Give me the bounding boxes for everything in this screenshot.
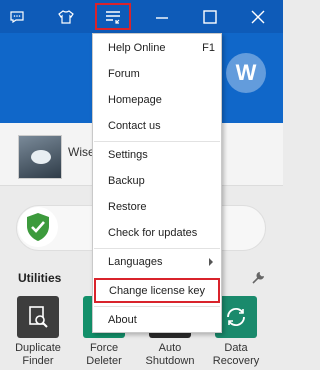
menu-item-languages[interactable]: Languages: [93, 249, 221, 275]
menu-item-settings[interactable]: Settings: [93, 142, 221, 168]
avatar: [18, 135, 62, 179]
app-logo: W: [226, 53, 266, 93]
menu-item-label: Settings: [108, 149, 148, 161]
menu-item-label: Backup: [108, 175, 145, 187]
title-bar: [0, 0, 283, 33]
wrench-icon[interactable]: [252, 271, 265, 289]
tool-name-line2: Recovery: [212, 355, 260, 367]
main-menu-button[interactable]: [92, 0, 133, 33]
menu-item-label: Homepage: [108, 94, 162, 106]
menu-item-label: Languages: [108, 256, 163, 268]
menu-item-label: Help Online: [108, 42, 166, 54]
menu-item-check-for-updates[interactable]: Check for updates: [93, 220, 221, 246]
menu-item-label: Contact us: [108, 120, 161, 132]
menu-item-shortcut: F1: [202, 42, 215, 54]
menu-item-backup[interactable]: Backup: [93, 168, 221, 194]
menu-item-label: Change license key: [109, 284, 206, 297]
menu-item-label: About: [108, 314, 137, 326]
menu-button-highlight: [95, 3, 131, 30]
maximize-icon[interactable]: [195, 0, 225, 33]
menu-item-homepage[interactable]: Homepage: [93, 87, 221, 113]
menu-item-restore[interactable]: Restore: [93, 194, 221, 220]
utilities-heading: Utilities: [18, 271, 62, 285]
menu-item-label: Check for updates: [108, 227, 198, 239]
submenu-arrow-icon: [209, 258, 213, 266]
tool-name-line1: Force: [89, 342, 119, 354]
duplicate-finder-icon: [17, 296, 59, 338]
skin-icon[interactable]: [51, 0, 81, 33]
feedback-icon[interactable]: [2, 0, 32, 33]
profile-name: Wise: [68, 145, 95, 159]
menu-item-label: Forum: [108, 68, 140, 80]
menu-item-forum[interactable]: Forum: [93, 61, 221, 87]
tool-name-line1: Auto: [158, 342, 182, 354]
shield-icon: [18, 207, 58, 247]
tool-name-line2: Shutdown: [145, 355, 195, 367]
tool-name-line1: Duplicate: [15, 342, 61, 354]
menu-item-about[interactable]: About: [93, 307, 221, 333]
menu-item-change-license-key[interactable]: Change license key: [94, 278, 220, 303]
minimize-icon[interactable]: [147, 0, 177, 33]
tool-name-line2: Deleter: [86, 355, 122, 367]
tool-name-line1: Data: [224, 342, 248, 354]
menu-item-help-online[interactable]: Help Online F1: [93, 35, 221, 61]
menu-item-label: Restore: [108, 201, 147, 213]
close-icon[interactable]: [243, 0, 273, 33]
menu-item-contact-us[interactable]: Contact us: [93, 113, 221, 139]
main-dropdown-menu: Help Online F1 Forum Homepage Contact us…: [92, 33, 222, 333]
tool-duplicate-finder[interactable]: Duplicate Finder: [7, 296, 69, 368]
tool-name-line2: Finder: [22, 355, 54, 367]
